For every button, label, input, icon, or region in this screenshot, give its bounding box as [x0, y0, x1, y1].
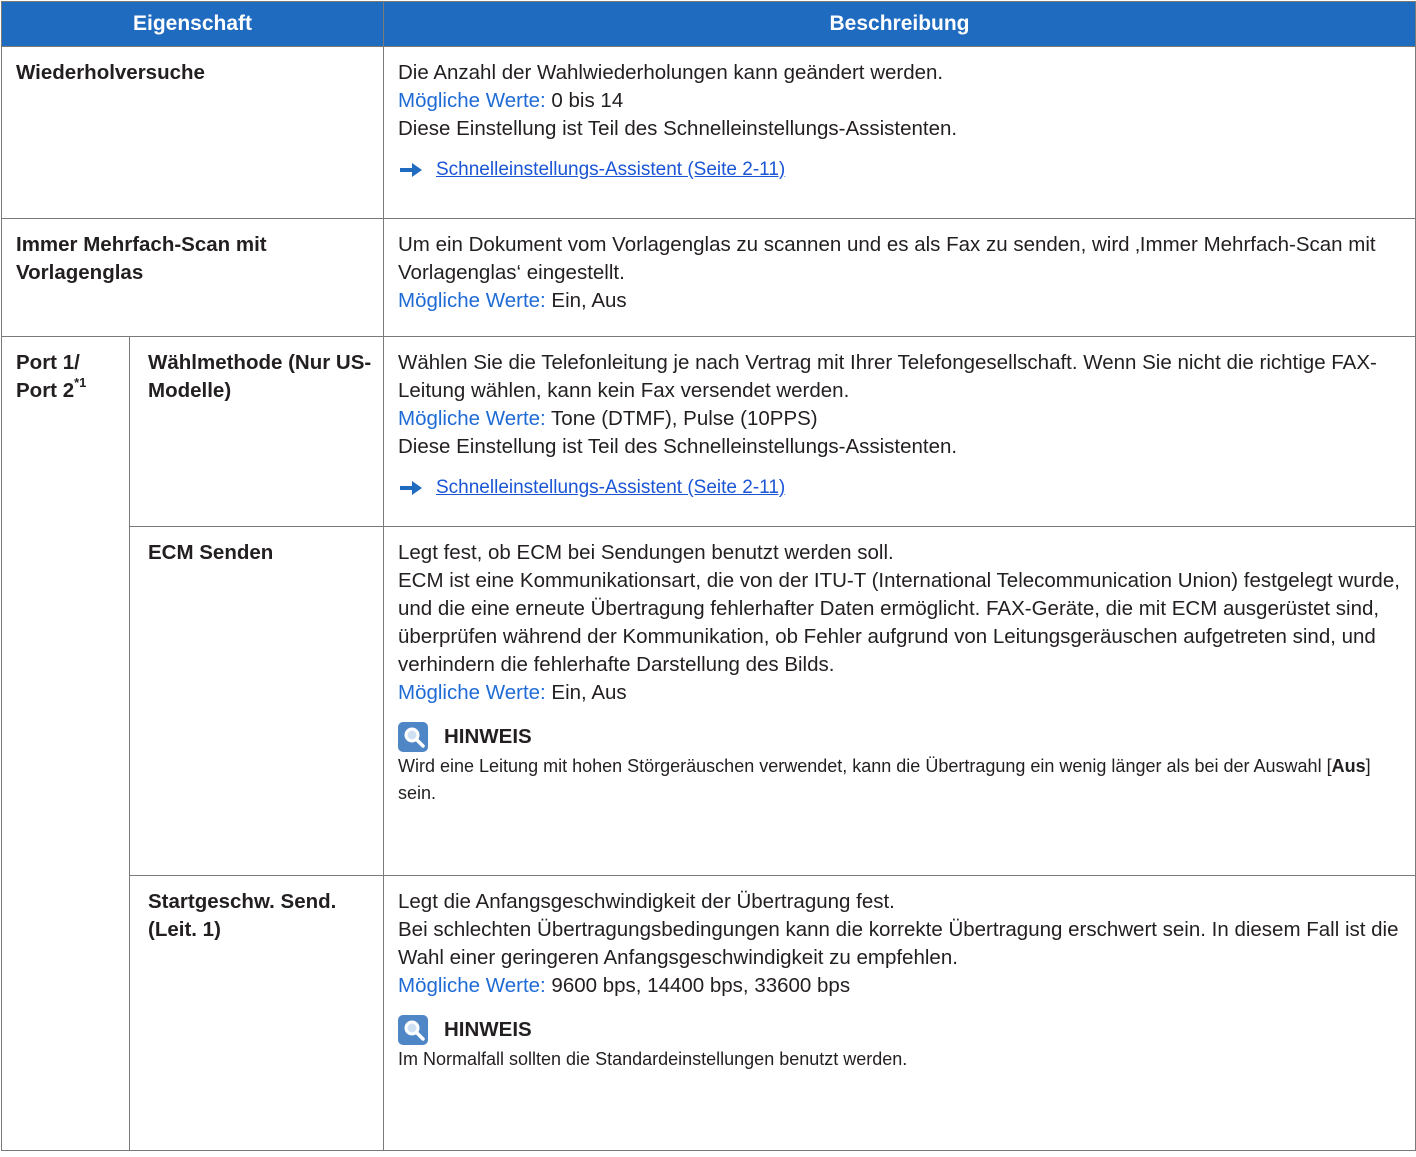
settings-table: Eigenschaft Beschreibung Wiederholversuc… [1, 1, 1416, 1151]
note-header: HINWEIS [398, 1014, 1403, 1046]
note-text: Wird eine Leitung mit hohen Störgeräusch… [398, 753, 1403, 807]
row-label-ecm: ECM Senden [129, 526, 384, 876]
values-label: Mögliche Werte: [398, 407, 546, 430]
row-desc-ecm: Legt fest, ob ECM bei Sendungen benutzt … [383, 526, 1416, 876]
header-description: Beschreibung [383, 1, 1416, 47]
note-box: HINWEIS Im Normalfall sollten die Standa… [398, 1014, 1403, 1073]
desc-text: Legt die Anfangsgeschwindigkeit der Über… [398, 890, 895, 913]
reference-link[interactable]: Schnelleinstellungs-Assistent (Seite 2-1… [436, 474, 785, 502]
desc-text: Bei schlechten Übertragungsbedingungen k… [398, 918, 1399, 969]
desc-text: ECM ist eine Kommunikationsart, die von … [398, 569, 1400, 676]
desc-text: Diese Einstellung ist Teil des Schnellei… [398, 435, 958, 458]
row-label-retries: Wiederholversuche [1, 46, 384, 219]
desc-text: Wählen Sie die Telefonleitung je nach Ve… [398, 351, 1377, 402]
values-text: Tone (DTMF), Pulse (10PPS) [545, 407, 818, 430]
reference-link[interactable]: Schnelleinstellungs-Assistent (Seite 2-1… [436, 156, 785, 184]
row-desc-multiscan: Um ein Dokument vom Vorlagenglas zu scan… [383, 218, 1416, 337]
footnote-marker: *1 [74, 375, 87, 391]
lightbulb-magnifier-icon [398, 722, 428, 752]
row-label-start-speed: Startgeschw. Send. (Leit. 1) [129, 875, 384, 1151]
lightbulb-magnifier-icon [398, 1015, 428, 1045]
table-row: Startgeschw. Send. (Leit. 1) Legt die An… [2, 875, 1416, 1151]
values-label: Mögliche Werte: [398, 681, 546, 704]
reference-link-row: Schnelleinstellungs-Assistent (Seite 2-1… [398, 473, 1403, 503]
port-label: Port 1/ Port 2 [16, 351, 80, 402]
note-box: HINWEIS Wird eine Leitung mit hohen Stör… [398, 721, 1403, 807]
possible-values: Mögliche Werte: 9600 bps, 14400 bps, 336… [398, 972, 1403, 1000]
values-label: Mögliche Werte: [398, 89, 546, 112]
table-row: Port 1/ Port 2*1 Wählmethode (Nur US-Mod… [1, 336, 1416, 1151]
possible-values: Mögliche Werte: Ein, Aus [398, 679, 1403, 707]
table-row: Immer Mehrfach-Scan mit Vorlagenglas Um … [1, 218, 1416, 337]
values-label: Mögliche Werte: [398, 289, 546, 312]
row-label-multiscan: Immer Mehrfach-Scan mit Vorlagenglas [1, 218, 384, 337]
values-text: Ein, Aus [545, 681, 627, 704]
desc-text: Legt fest, ob ECM bei Sendungen benutzt … [398, 541, 894, 564]
desc-text: Diese Einstellung ist Teil des Schnellei… [398, 117, 958, 140]
possible-values: Mögliche Werte: 0 bis 14 [398, 87, 1403, 115]
reference-link-row: Schnelleinstellungs-Assistent (Seite 2-1… [398, 155, 1403, 185]
values-text: Ein, Aus [545, 289, 627, 312]
desc-text: Um ein Dokument vom Vorlagenglas zu scan… [398, 233, 1376, 284]
header-property: Eigenschaft [1, 1, 384, 47]
table-row: ECM Senden Legt fest, ob ECM bei Sendung… [2, 526, 1416, 876]
row-desc-dial-method: Wählen Sie die Telefonleitung je nach Ve… [383, 336, 1416, 527]
document-page: Eigenschaft Beschreibung Wiederholversuc… [0, 0, 1416, 1157]
note-title: HINWEIS [444, 725, 532, 748]
table-header-row: Eigenschaft Beschreibung [1, 1, 1416, 47]
arrow-right-icon [400, 481, 422, 495]
values-text: 9600 bps, 14400 bps, 33600 bps [545, 974, 851, 997]
possible-values: Mögliche Werte: Ein, Aus [398, 287, 1403, 315]
note-header: HINWEIS [398, 721, 1403, 753]
row-label-dial-method: Wählmethode (Nur US-Modelle) [129, 336, 384, 527]
note-title: HINWEIS [444, 1018, 532, 1041]
values-text: 0 bis 14 [545, 89, 624, 112]
table-row: Wiederholversuche Die Anzahl der Wahlwie… [1, 46, 1416, 219]
note-text: Im Normalfall sollten die Standardeinste… [398, 1049, 908, 1069]
row-desc-start-speed: Legt die Anfangsgeschwindigkeit der Über… [383, 875, 1416, 1151]
row-label-port: Port 1/ Port 2*1 [1, 336, 130, 1151]
values-label: Mögliche Werte: [398, 974, 546, 997]
row-desc-retries: Die Anzahl der Wahlwiederholungen kann g… [383, 46, 1416, 219]
note-text-bold: Aus [1331, 756, 1366, 776]
desc-text: Die Anzahl der Wahlwiederholungen kann g… [398, 61, 944, 84]
possible-values: Mögliche Werte: Tone (DTMF), Pulse (10PP… [398, 405, 1403, 433]
arrow-right-icon [400, 163, 422, 177]
note-text-pre: Wird eine Leitung mit hohen Störgeräusch… [398, 756, 1332, 776]
